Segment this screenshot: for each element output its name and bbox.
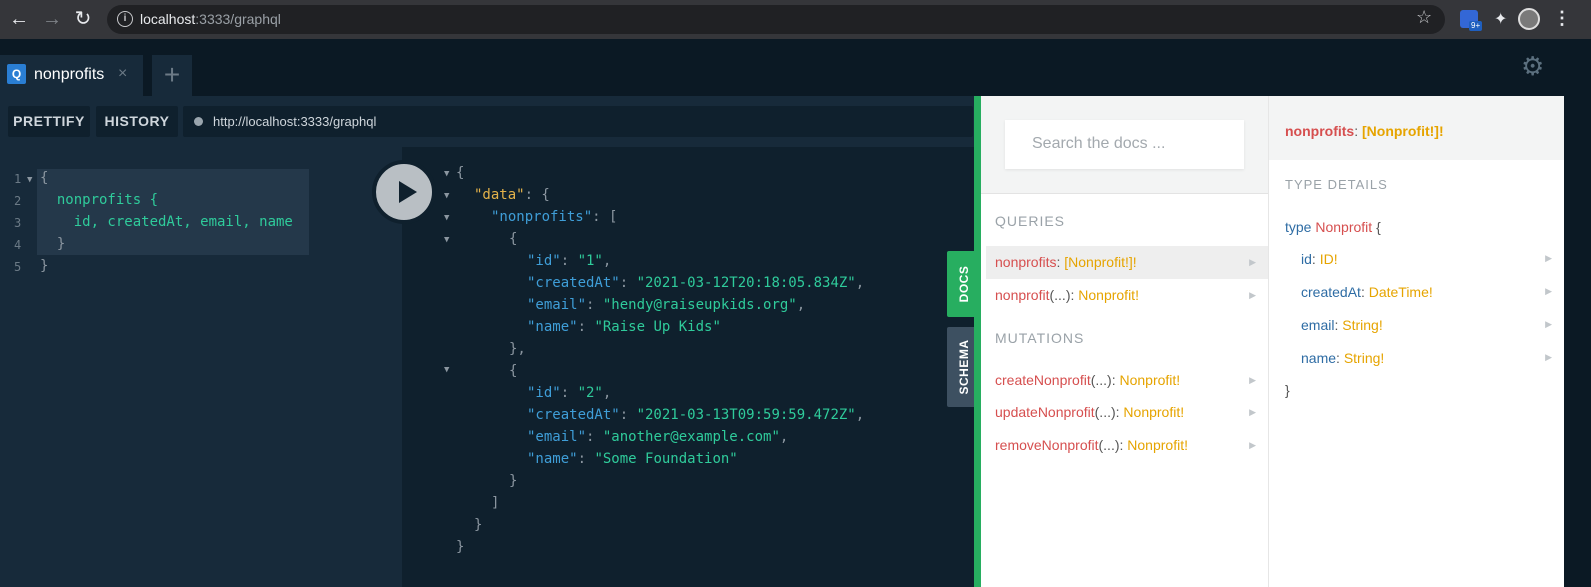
json-line: "email": "another@example.com",	[527, 429, 789, 445]
json-line: "email": "hendy@raiseupkids.org",	[527, 297, 806, 313]
type-field-createdAt[interactable]: createdAt: DateTime! ▶	[1301, 284, 1564, 308]
fold-arrow-icon[interactable]: ▼	[444, 365, 449, 375]
query-item-nonprofit[interactable]: nonprofit(...): Nonprofit! ▶	[986, 279, 1268, 312]
json-brace: }	[474, 517, 483, 533]
json-line: "id": "1",	[527, 253, 612, 269]
chevron-right-icon: ▶	[1249, 407, 1256, 417]
profile-avatar[interactable]	[1518, 8, 1540, 30]
fold-arrow-icon[interactable]: ▼	[444, 235, 449, 245]
line-number: 4	[14, 238, 22, 252]
code-line: nonprofits {	[40, 192, 159, 208]
json-line: "data": {	[474, 187, 550, 203]
mutation-item-create[interactable]: createNonprofit(...): Nonprofit! ▶	[986, 364, 1268, 397]
fold-arrow-icon[interactable]: ▼	[444, 191, 449, 201]
editor-toolbar: PRETTIFY HISTORY http://localhost:3333/g…	[0, 96, 980, 147]
docs-root-column: Search the docs ... QUERIES nonprofits: …	[981, 96, 1268, 587]
code-line: }	[40, 258, 49, 274]
browser-toolbar: ← → ↻ i localhost:3333/graphql ☆ 9+ ✦ ⋮	[0, 0, 1591, 39]
queries-header: QUERIES	[995, 213, 1066, 229]
chevron-right-icon: ▶	[1249, 375, 1256, 385]
window-edge	[1564, 96, 1591, 587]
gear-icon[interactable]: ⚙	[1521, 51, 1544, 82]
endpoint-url: http://localhost:3333/graphql	[213, 114, 377, 129]
type-details-header: nonprofits: [Nonprofit!]!	[1269, 96, 1564, 160]
type-declaration: type Nonprofit {	[1285, 219, 1381, 235]
json-brace: }	[456, 539, 465, 555]
query-badge-icon: Q	[7, 64, 26, 84]
type-close-brace: }	[1285, 382, 1290, 398]
mutation-item-remove[interactable]: removeNonprofit(...): Nonprofit! ▶	[986, 429, 1268, 462]
mutation-item-update[interactable]: updateNonprofit(...): Nonprofit! ▶	[986, 396, 1268, 429]
json-brace: }	[509, 473, 518, 489]
chevron-right-icon: ▶	[1249, 290, 1256, 300]
line-number: 1	[14, 172, 22, 186]
json-line: "name": "Raise Up Kids"	[527, 319, 721, 335]
close-icon[interactable]: ×	[118, 65, 127, 83]
line-number: 5	[14, 260, 22, 274]
type-details-section-header: TYPE DETAILS	[1285, 177, 1388, 192]
result-viewer: ▼ ▼ ▼ ▼ ▼ { "data": { "nonprofits": [ { …	[402, 147, 980, 587]
chevron-right-icon: ▶	[1545, 253, 1552, 263]
type-field-email[interactable]: email: String! ▶	[1301, 317, 1564, 341]
site-info-icon[interactable]: i	[117, 11, 133, 27]
fold-arrow-icon[interactable]: ▼	[27, 175, 32, 185]
selection-highlight	[37, 169, 309, 255]
extension-icon[interactable]: 9+	[1460, 10, 1483, 31]
json-brace: ]	[491, 495, 500, 511]
code-line: {	[40, 170, 49, 186]
docs-search-input[interactable]: Search the docs ...	[1005, 120, 1244, 169]
chevron-right-icon: ▶	[1545, 286, 1552, 296]
json-brace: {	[509, 363, 518, 379]
json-line: "createdAt": "2021-03-12T20:18:05.834Z",	[527, 275, 865, 291]
chevron-right-icon: ▶	[1545, 319, 1552, 329]
bookmark-star-icon[interactable]: ☆	[1416, 7, 1432, 28]
json-line: "name": "Some Foundation"	[527, 451, 738, 467]
docs-panel-accent	[974, 96, 981, 587]
tab-title: nonprofits	[34, 66, 105, 83]
extension-badge-count: 9+	[1469, 21, 1483, 31]
selected-field-title: nonprofits: [Nonprofit!]!	[1285, 123, 1444, 139]
extensions-puzzle-icon[interactable]: ✦	[1494, 9, 1514, 29]
code-line: id, createdAt, email, name	[40, 214, 293, 230]
browser-menu-icon[interactable]: ⋮	[1553, 9, 1571, 27]
query-item-nonprofits[interactable]: nonprofits: [Nonprofit!]! ▶	[986, 246, 1268, 279]
type-field-id[interactable]: id: ID! ▶	[1301, 251, 1564, 275]
json-line: "id": "2",	[527, 385, 612, 401]
json-brace: {	[509, 231, 518, 247]
play-icon	[399, 181, 417, 203]
json-brace: },	[509, 341, 526, 357]
execute-query-button[interactable]	[372, 160, 436, 224]
playground-tabs-bar: Q nonprofits × + ⚙	[0, 39, 1591, 96]
json-line: "nonprofits": [	[491, 209, 618, 225]
json-brace: {	[456, 165, 465, 181]
chevron-right-icon: ▶	[1249, 440, 1256, 450]
history-button[interactable]: HISTORY	[96, 106, 178, 137]
forward-arrow-icon[interactable]: →	[41, 8, 63, 30]
tab-nonprofits[interactable]: Q nonprofits ×	[0, 55, 143, 96]
search-placeholder: Search the docs ...	[1032, 135, 1166, 152]
code-line: }	[40, 236, 66, 252]
endpoint-url-input[interactable]: http://localhost:3333/graphql	[183, 106, 973, 137]
docs-search-area: Search the docs ...	[981, 96, 1268, 194]
address-bar[interactable]: i localhost:3333/graphql	[107, 5, 1445, 34]
chevron-right-icon: ▶	[1249, 257, 1256, 267]
prettify-button[interactable]: PRETTIFY	[8, 106, 90, 137]
reload-icon[interactable]: ↻	[72, 8, 94, 30]
back-arrow-icon[interactable]: ←	[8, 8, 30, 30]
fold-arrow-icon[interactable]: ▼	[444, 169, 449, 179]
add-tab-button[interactable]: +	[152, 55, 192, 96]
json-line: "createdAt": "2021-03-13T09:59:59.472Z",	[527, 407, 865, 423]
query-editor[interactable]: 1 2 3 4 5 ▼ { nonprofits { id, createdAt…	[0, 147, 402, 587]
fold-arrow-icon[interactable]: ▼	[444, 213, 449, 223]
type-field-name[interactable]: name: String! ▶	[1301, 350, 1564, 374]
chevron-right-icon: ▶	[1545, 352, 1552, 362]
connection-status-icon	[194, 117, 203, 126]
address-url: localhost:3333/graphql	[140, 11, 281, 27]
type-details-column: nonprofits: [Nonprofit!]! TYPE DETAILS t…	[1268, 96, 1564, 587]
line-number: 3	[14, 216, 22, 230]
line-number: 2	[14, 194, 22, 208]
mutations-header: MUTATIONS	[995, 330, 1085, 346]
